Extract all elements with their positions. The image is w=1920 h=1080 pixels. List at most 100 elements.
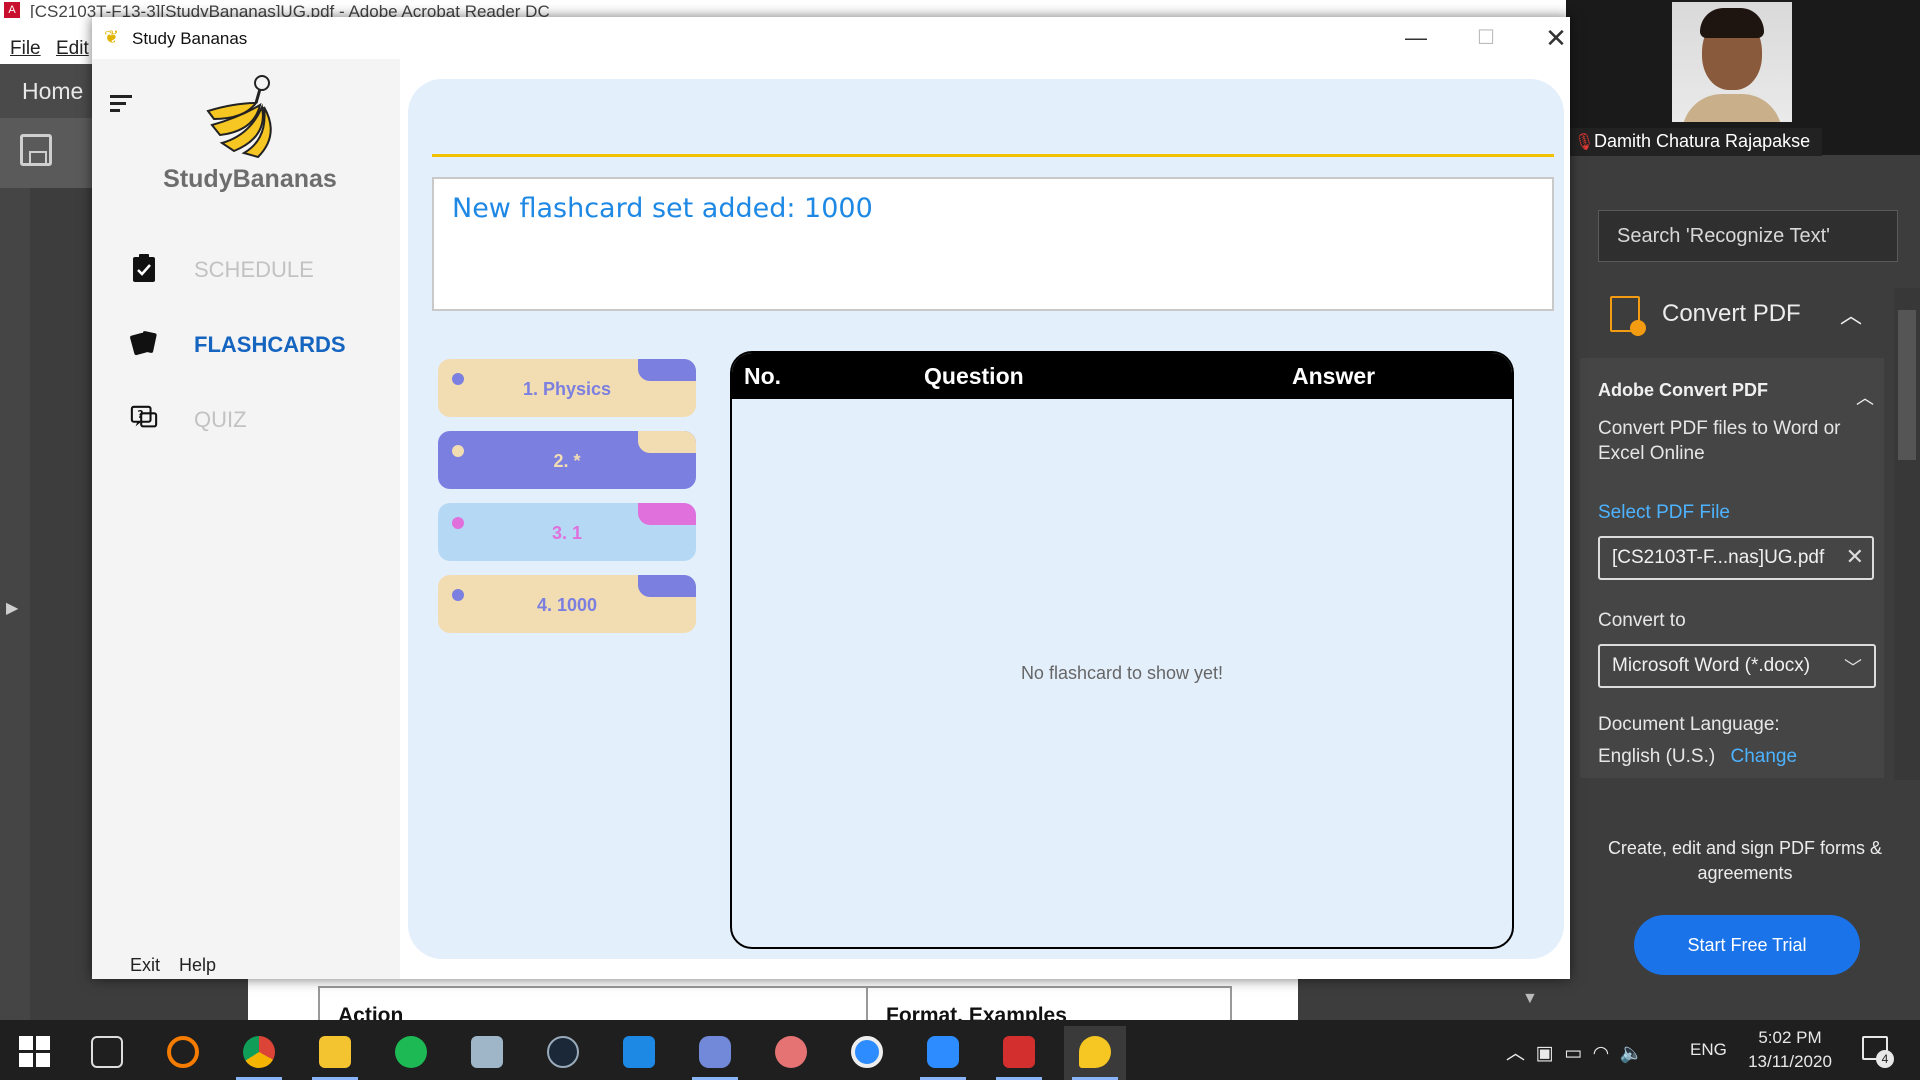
nav-quiz[interactable]: ? QUIZ xyxy=(130,399,390,439)
change-language-link[interactable]: Change xyxy=(1730,746,1797,767)
sidebar-footer: Exit Help xyxy=(130,955,230,976)
clipboard-check-icon xyxy=(133,254,155,282)
chevron-up-icon[interactable]: ︿ xyxy=(1840,298,1862,330)
flashcard-panel: New flashcard set added: 1000 1. Physics… xyxy=(408,79,1564,959)
expand-panel-icon[interactable]: ▶ xyxy=(6,598,18,618)
svg-text:?: ? xyxy=(137,409,143,421)
acrobat-app-icon: A xyxy=(4,2,20,18)
nav-schedule-label: SCHEDULE xyxy=(194,257,314,282)
steam-icon[interactable] xyxy=(532,1026,594,1080)
command-input[interactable] xyxy=(432,93,1554,157)
menu-file[interactable]: File xyxy=(10,38,41,60)
input-language[interactable]: ENG xyxy=(1690,1040,1727,1060)
document-language-label: Document Language: xyxy=(1598,714,1780,735)
window-title: Study Bananas xyxy=(132,29,248,48)
vscode-icon[interactable] xyxy=(608,1026,670,1080)
flashcard-table: No. Question Answer No flashcard to show… xyxy=(730,351,1514,949)
maximize-button[interactable]: ☐ xyxy=(1458,21,1514,55)
system-tray-icons[interactable]: ︿ ▣ ▭ ◠ 🔈 xyxy=(1506,1038,1643,1065)
flashcard-set-item[interactable]: 1. Physics xyxy=(438,359,696,417)
zoom-icon[interactable] xyxy=(912,1026,974,1080)
scroll-down-icon[interactable]: ▼ xyxy=(1522,990,1538,1008)
paint-icon[interactable] xyxy=(760,1026,822,1080)
participant-name-tag: 🎙 Damith Chatura Rajapakse xyxy=(1566,128,1823,156)
flashcard-table-header: No. Question Answer xyxy=(732,353,1512,399)
discord-icon[interactable] xyxy=(684,1026,746,1080)
nav-schedule[interactable]: SCHEDULE xyxy=(130,249,390,289)
convert-pdf-title: Convert PDF xyxy=(1662,300,1801,327)
home-tab-label: Home xyxy=(22,78,84,104)
acrobat-toolbar xyxy=(0,118,94,188)
acrobat-left-rail: ▶ xyxy=(0,188,30,1020)
muted-mic-icon: 🎙 xyxy=(1574,134,1595,151)
promo-text: Create, edit and sign PDF forms & agreem… xyxy=(1607,838,1883,883)
column-header-answer: Answer xyxy=(1292,363,1376,389)
acrobat-icon[interactable] xyxy=(988,1026,1050,1080)
clear-file-icon[interactable]: ✕ xyxy=(1846,544,1864,570)
clock-date: 13/11/2020 xyxy=(1748,1052,1832,1071)
notification-count-badge: 4 xyxy=(1876,1050,1894,1068)
banana-app-icon: ❦ xyxy=(104,27,120,47)
close-button[interactable]: ✕ xyxy=(1528,21,1584,55)
format-select[interactable]: Microsoft Word (*.docx) ﹀ xyxy=(1598,644,1876,688)
flashcard-set-label: 3. 1 xyxy=(551,523,583,543)
column-header-question: Question xyxy=(924,363,1024,389)
participant-name: Damith Chatura Rajapakse xyxy=(1594,131,1811,151)
save-icon[interactable] xyxy=(20,134,52,166)
column-header-no: No. xyxy=(744,363,782,389)
select-pdf-file-link[interactable]: Select PDF File xyxy=(1598,502,1730,524)
nav-quiz-label: QUIZ xyxy=(194,407,247,432)
nav-flashcards-label: FLASHCARDS xyxy=(194,332,346,357)
start-icon[interactable] xyxy=(4,1026,66,1080)
clock-time: 5:02 PM xyxy=(1758,1028,1822,1047)
convert-pdf-icon xyxy=(1610,296,1646,336)
format-select-value: Microsoft Word (*.docx) xyxy=(1612,655,1811,676)
taskbar-clock[interactable]: 5:02 PM 13/11/2020 xyxy=(1740,1026,1840,1074)
minimize-button[interactable]: — xyxy=(1388,21,1444,55)
empty-table-message: No flashcard to show yet! xyxy=(1020,663,1224,683)
help-menu[interactable]: Help xyxy=(179,955,216,975)
selected-file-name: [CS2103T-F...nas]UG.pdf xyxy=(1612,547,1825,568)
window-title-bar[interactable]: ❦ Study Bananas — ☐ ✕ xyxy=(92,17,1570,59)
banana-logo-icon xyxy=(206,75,272,159)
participant-video xyxy=(1672,2,1792,122)
right-pane-scroll-thumb[interactable] xyxy=(1898,310,1916,460)
start-free-trial-button[interactable]: Start Free Trial xyxy=(1634,915,1860,975)
chevron-down-icon: ﹀ xyxy=(1844,658,1862,678)
menu-edit[interactable]: Edit xyxy=(56,38,89,60)
document-language-value: English (U.S.) xyxy=(1598,746,1716,767)
file-explorer-icon[interactable] xyxy=(304,1026,366,1080)
hamburger-menu-icon[interactable] xyxy=(110,95,132,116)
flashcard-set-item[interactable]: 2. * xyxy=(438,431,696,489)
acrobat-home-tab[interactable]: Home xyxy=(0,64,94,118)
convert-card-description: Convert PDF files to Word or Excel Onlin… xyxy=(1598,418,1841,464)
chevron-up-icon[interactable]: ︿ xyxy=(1856,384,1874,410)
quiz-chat-icon: ? xyxy=(130,405,158,428)
main-content: New flashcard set added: 1000 1. Physics… xyxy=(400,59,1570,979)
study-bananas-window: ❦ Study Bananas — ☐ ✕ StudyBananas SCHED… xyxy=(92,17,1570,979)
spotify-icon[interactable] xyxy=(380,1026,442,1080)
windows-taskbar: ︿ ▣ ▭ ◠ 🔈 ENG 5:02 PM 13/11/2020 4 xyxy=(0,1020,1920,1080)
chrome-icon[interactable] xyxy=(228,1026,290,1080)
tools-search-input[interactable]: Search 'Recognize Text' xyxy=(1598,210,1898,262)
convert-card-title: Adobe Convert PDF xyxy=(1598,380,1769,400)
nav-flashcards[interactable]: FLASHCARDS xyxy=(130,324,390,364)
flashcard-set-item[interactable]: 3. 1 xyxy=(438,503,696,561)
zoom-search-icon[interactable] xyxy=(836,1026,898,1080)
task-view-icon[interactable] xyxy=(76,1026,138,1080)
study-bananas-icon[interactable] xyxy=(1064,1026,1126,1080)
flashcard-set-item[interactable]: 4. 1000 xyxy=(438,575,696,633)
app-logo-text: StudyBananas xyxy=(163,165,337,193)
task-manager-icon[interactable] xyxy=(456,1026,518,1080)
search-icon[interactable] xyxy=(152,1026,214,1080)
flashcard-set-label: 2. * xyxy=(553,451,581,471)
convert-to-label: Convert to xyxy=(1598,610,1686,631)
flashcard-set-label: 4. 1000 xyxy=(536,595,598,615)
selected-file-field[interactable]: [CS2103T-F...nas]UG.pdf ✕ xyxy=(1598,536,1874,580)
cards-icon xyxy=(130,331,157,356)
document-language-row: English (U.S.) Change xyxy=(1598,746,1797,768)
exit-menu[interactable]: Exit xyxy=(130,955,160,975)
result-message: New flashcard set added: 1000 xyxy=(452,193,873,224)
sidebar: StudyBananas SCHEDULE FLASHCARDS ? QUIZ … xyxy=(92,59,400,979)
convert-pdf-header[interactable]: Convert PDF ︿ xyxy=(1610,294,1890,338)
